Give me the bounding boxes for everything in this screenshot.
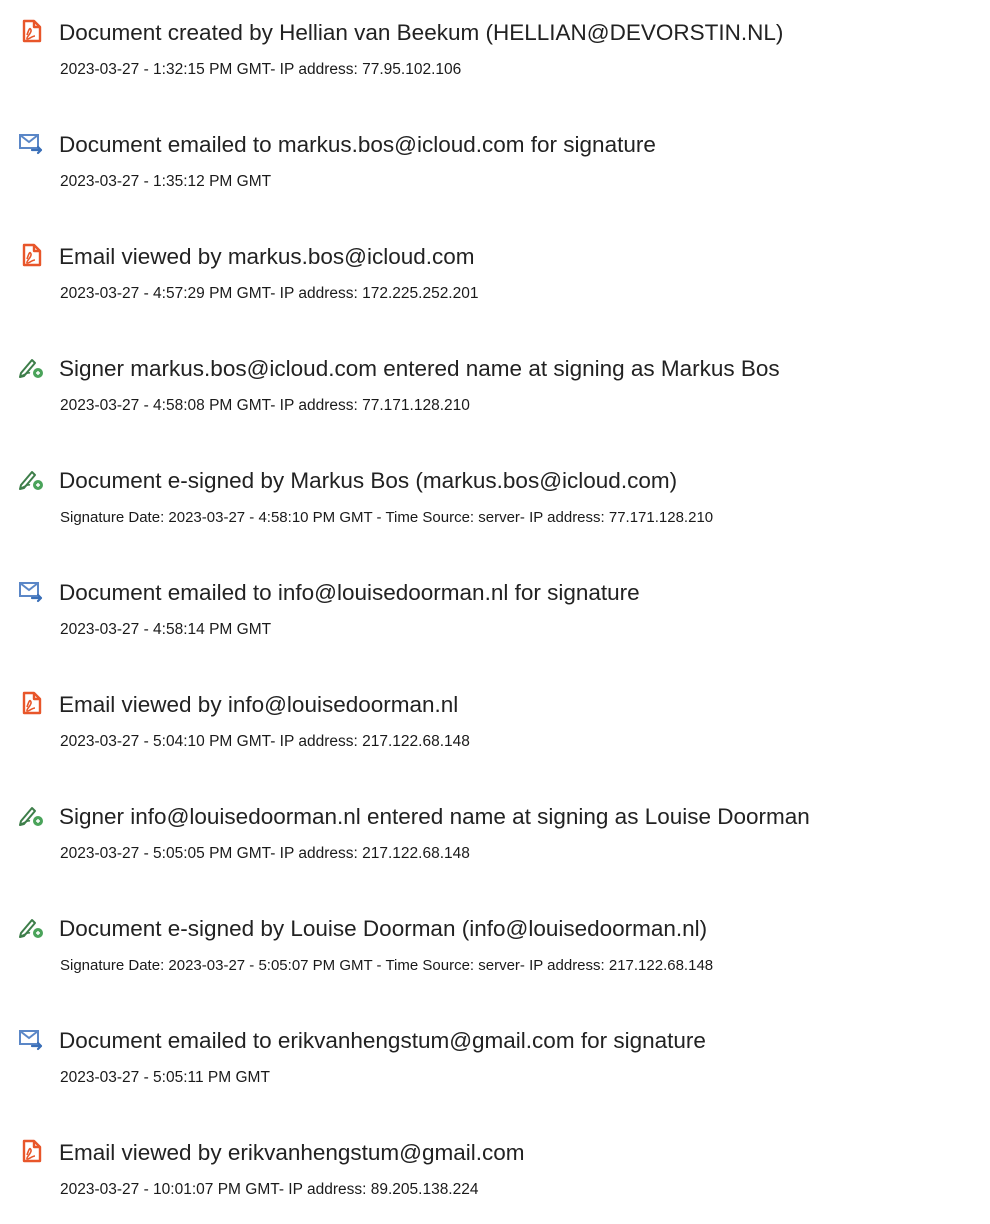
audit-event: Document e-signed by Markus Bos (markus.… [0, 456, 990, 546]
event-meta: 2023-03-27 - 4:57:29 PM GMT- IP address:… [60, 285, 479, 302]
event-title: Document created by Hellian van Beekum (… [59, 20, 784, 45]
event-meta: 2023-03-27 - 5:05:05 PM GMT- IP address:… [60, 845, 470, 862]
pdf-icon [18, 18, 44, 44]
esign-pen-icon [18, 466, 44, 492]
event-meta: 2023-03-27 - 1:32:15 PM GMT- IP address:… [60, 61, 462, 78]
event-meta: Signature Date: 2023-03-27 - 4:58:10 PM … [60, 509, 714, 526]
audit-event: Document emailed to erikvanhengstum@gmai… [0, 1016, 990, 1106]
audit-event: Email viewed by markus.bos@icloud.com 20… [0, 232, 990, 322]
audit-event: Signer markus.bos@icloud.com entered nam… [0, 344, 990, 434]
event-meta: 2023-03-27 - 5:04:10 PM GMT- IP address:… [60, 733, 470, 750]
esign-pen-icon [18, 354, 44, 380]
event-meta: 2023-03-27 - 4:58:08 PM GMT- IP address:… [60, 397, 470, 414]
audit-event: Document emailed to info@louisedoorman.n… [0, 568, 990, 658]
email-sent-icon [18, 130, 44, 156]
audit-event: Signer info@louisedoorman.nl entered nam… [0, 792, 990, 882]
event-title: Email viewed by erikvanhengstum@gmail.co… [59, 1140, 525, 1165]
email-sent-icon [18, 578, 44, 604]
event-title: Document e-signed by Markus Bos (markus.… [59, 468, 678, 493]
esign-pen-icon [18, 914, 44, 940]
pdf-icon [18, 242, 44, 268]
event-meta: 2023-03-27 - 5:05:11 PM GMT [60, 1069, 270, 1086]
event-title: Document emailed to markus.bos@icloud.co… [59, 132, 656, 157]
pdf-icon [18, 1138, 44, 1164]
event-title: Document emailed to erikvanhengstum@gmai… [59, 1028, 706, 1053]
audit-event: Document emailed to markus.bos@icloud.co… [0, 120, 990, 210]
audit-event: Email viewed by erikvanhengstum@gmail.co… [0, 1128, 990, 1218]
event-meta: 2023-03-27 - 10:01:07 PM GMT- IP address… [60, 1181, 479, 1198]
event-title: Email viewed by info@louisedoorman.nl [59, 692, 459, 717]
audit-event: Document created by Hellian van Beekum (… [0, 8, 990, 98]
event-meta: 2023-03-27 - 1:35:12 PM GMT [60, 173, 272, 190]
event-title: Signer markus.bos@icloud.com entered nam… [59, 356, 780, 381]
pdf-icon [18, 690, 44, 716]
email-sent-icon [18, 1026, 44, 1052]
event-title: Document e-signed by Louise Doorman (inf… [59, 916, 708, 941]
esign-pen-icon [18, 802, 44, 828]
audit-event: Email viewed by info@louisedoorman.nl 20… [0, 680, 990, 770]
event-meta: 2023-03-27 - 4:58:14 PM GMT [60, 621, 272, 638]
event-title: Signer info@louisedoorman.nl entered nam… [59, 804, 810, 829]
event-meta: Signature Date: 2023-03-27 - 5:05:07 PM … [60, 957, 714, 974]
event-title: Email viewed by markus.bos@icloud.com [59, 244, 475, 269]
audit-event: Document e-signed by Louise Doorman (inf… [0, 904, 990, 994]
event-title: Document emailed to info@louisedoorman.n… [59, 580, 640, 605]
